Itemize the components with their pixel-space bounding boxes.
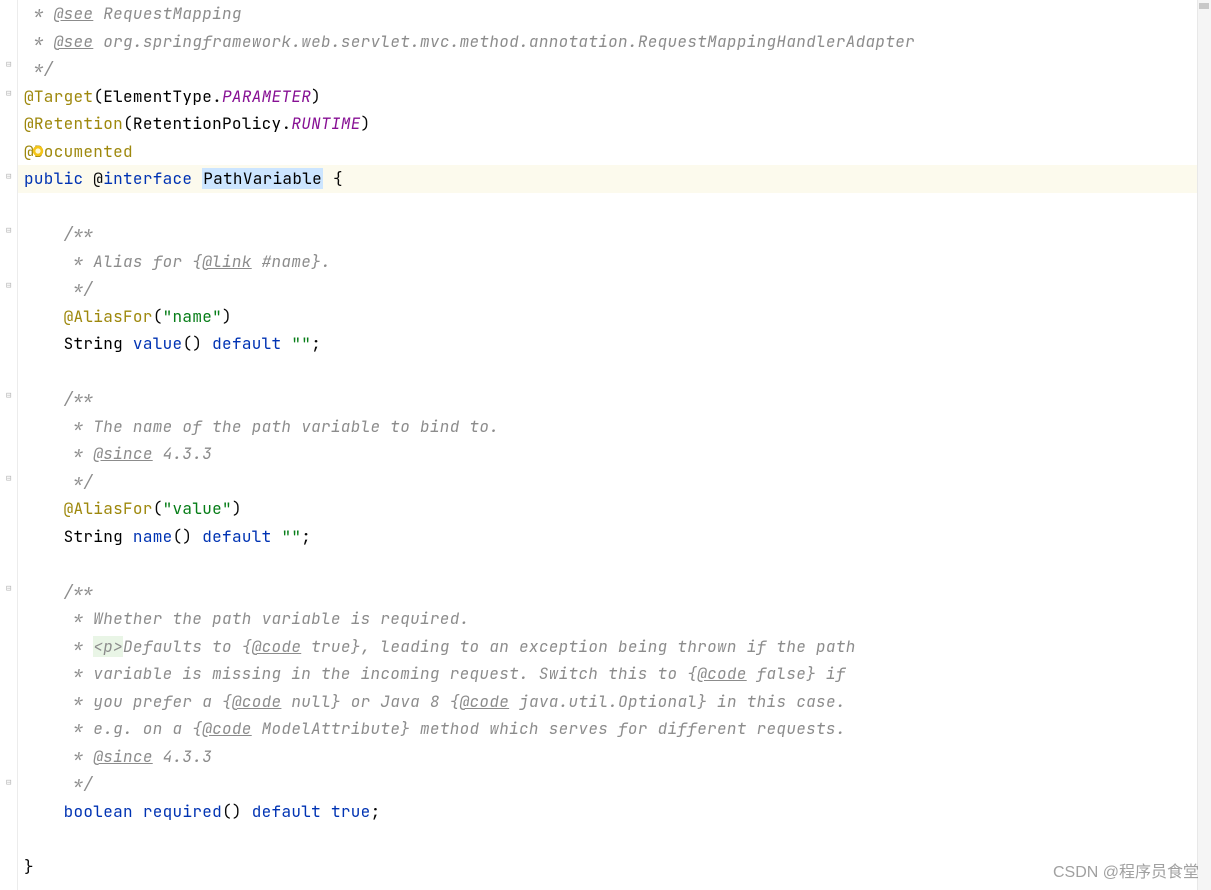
fold-start-icon[interactable]: ⊟	[6, 584, 14, 592]
code-line: * @see RequestMapping	[24, 0, 1211, 28]
code-line: * Alias for {@link #name}.	[24, 248, 1211, 276]
gutter: ⊟ ⊟ ⊟ ⊟ ⊟ ⊟ ⊟ ⊟ ⊟	[0, 0, 18, 890]
code-line: * @see org.springframework.web.servlet.m…	[24, 28, 1211, 56]
code-line: /**	[24, 220, 1211, 248]
code-line: @Retention(RetentionPolicy.RUNTIME)	[24, 110, 1211, 138]
code-line	[24, 193, 1211, 221]
code-line: */	[24, 770, 1211, 798]
code-line	[24, 550, 1211, 578]
code-line: * The name of the path variable to bind …	[24, 413, 1211, 441]
code-line: /**	[24, 578, 1211, 606]
code-line: */	[24, 55, 1211, 83]
code-line: * @since 4.3.3	[24, 743, 1211, 771]
code-line: * variable is missing in the incoming re…	[24, 660, 1211, 688]
code-line: */	[24, 275, 1211, 303]
fold-start-icon[interactable]: ⊟	[6, 89, 14, 97]
scroll-marker-icon	[1199, 3, 1209, 9]
fold-start-icon[interactable]: ⊟	[6, 172, 14, 180]
intention-bulb-icon[interactable]	[31, 142, 45, 156]
code-line	[24, 825, 1211, 853]
code-line: @Target(ElementType.PARAMETER)	[24, 83, 1211, 111]
code-line: boolean required() default true;	[24, 798, 1211, 826]
code-line: */	[24, 468, 1211, 496]
code-line: String value() default "";	[24, 330, 1211, 358]
code-area[interactable]: * @see RequestMapping * @see org.springf…	[18, 0, 1211, 890]
fold-end-icon[interactable]: ⊟	[6, 281, 14, 289]
fold-end-icon[interactable]: ⊟	[6, 778, 14, 786]
code-line: * e.g. on a {@code ModelAttribute} metho…	[24, 715, 1211, 743]
code-line: /**	[24, 385, 1211, 413]
code-line: String name() default "";	[24, 523, 1211, 551]
code-line: * @since 4.3.3	[24, 440, 1211, 468]
fold-start-icon[interactable]: ⊟	[6, 391, 14, 399]
scrollbar[interactable]	[1197, 0, 1211, 890]
code-line: @Documented	[24, 138, 1211, 166]
code-line	[24, 358, 1211, 386]
class-name-selection: PathVariable	[202, 168, 323, 189]
fold-start-icon[interactable]: ⊟	[6, 226, 14, 234]
code-line: }	[24, 853, 1211, 881]
fold-end-icon[interactable]: ⊟	[6, 60, 14, 68]
fold-end-icon[interactable]: ⊟	[6, 474, 14, 482]
code-line: @AliasFor("value")	[24, 495, 1211, 523]
code-line: * <p>Defaults to {@code true}, leading t…	[24, 633, 1211, 661]
code-line: @AliasFor("name")	[24, 303, 1211, 331]
code-line-current: public @interface PathVariable {	[18, 165, 1211, 193]
editor-container: ⊟ ⊟ ⊟ ⊟ ⊟ ⊟ ⊟ ⊟ ⊟ * @see RequestMapping …	[0, 0, 1211, 890]
code-line: * you prefer a {@code null} or Java 8 {@…	[24, 688, 1211, 716]
code-line: * Whether the path variable is required.	[24, 605, 1211, 633]
